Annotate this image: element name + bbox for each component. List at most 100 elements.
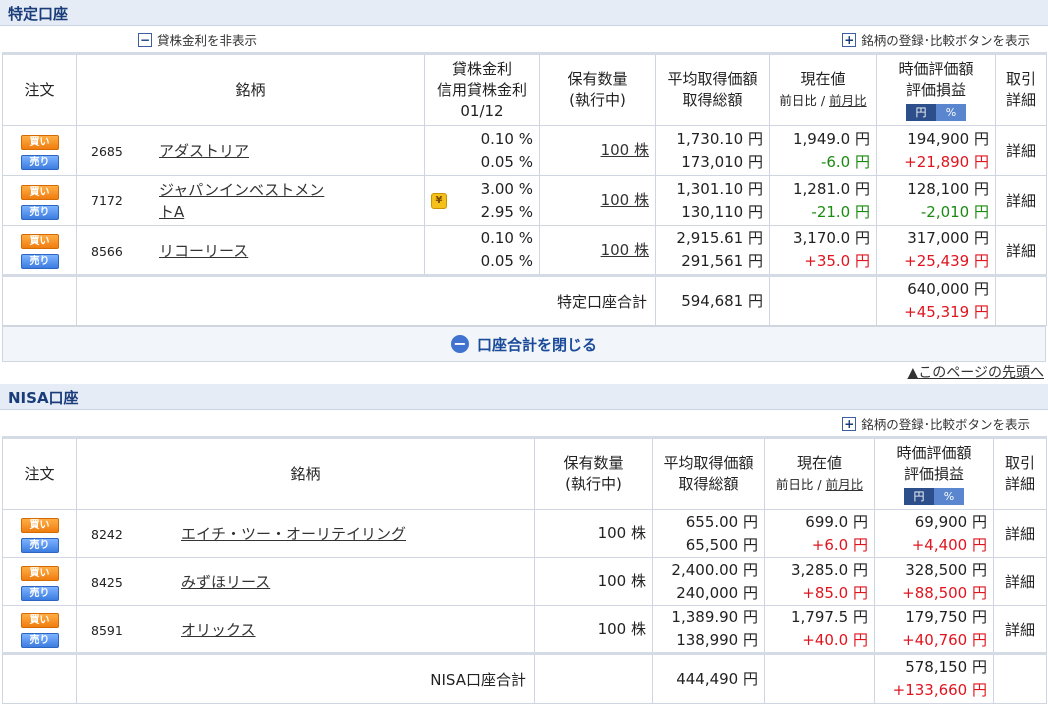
sell-button[interactable]: 売り (20, 585, 59, 601)
market-value: 194,900 円 (907, 129, 989, 148)
col-rate: 貸株金利 信用貸株金利 01/12 (424, 53, 540, 126)
current-price: 699.0 円 (805, 512, 868, 531)
qty-link[interactable]: 100 株 (601, 141, 649, 159)
price-change: +40.0 円 (802, 631, 868, 649)
current-price: 1,281.0 円 (792, 179, 870, 198)
current-price: 1,797.5 円 (790, 608, 868, 626)
stock-code: 8242 (91, 527, 123, 542)
buy-button[interactable]: 買い (20, 184, 59, 200)
col-current-label: 現在値 (796, 454, 842, 472)
profit-loss: -2,010 円 (920, 202, 989, 221)
buy-button[interactable]: 買い (20, 613, 59, 628)
col-qty: 保有数量 (執行中) (539, 53, 656, 126)
toggle-rate-label: 貸株金利を非表示 (157, 33, 258, 48)
total-pl: +133,660 円 (892, 681, 987, 699)
unit-percent-toggle[interactable]: % (936, 103, 966, 121)
table-row: 買い 売り 8566 リコーリース 0.10 % 0.05 % 100 株 2,915… (2, 225, 1047, 276)
col-current-label: 現在値 (800, 70, 846, 88)
sell-button[interactable]: 売り (20, 154, 59, 170)
credit-lending-rate: 0.05 % (480, 252, 533, 270)
col-qty-label: 保有数量 (567, 70, 628, 88)
qty-link[interactable]: 100 株 (601, 241, 649, 259)
col-qty: 保有数量 (執行中) (534, 437, 653, 510)
buy-button[interactable]: 買い (20, 565, 59, 581)
col-rate-label: 貸株金利 (451, 59, 512, 78)
col-detail-label2: 詳細 (1004, 475, 1035, 493)
qty: 100 株 (534, 557, 653, 606)
buy-button[interactable]: 買い (20, 234, 59, 249)
toggle-rate-button[interactable]: − 貸株金利を非表示 (138, 30, 257, 49)
col-name: 銘柄 (76, 437, 535, 510)
stock-code: 7172 (91, 192, 123, 208)
total-cost: 138,990 円 (676, 631, 758, 649)
current-price: 3,170.0 円 (792, 229, 870, 247)
register-compare-button-nisa[interactable]: + 銘柄の登録･比較ボタンを表示 (842, 414, 1030, 433)
profit-loss: +40,760 円 (902, 631, 987, 649)
sell-button[interactable]: 売り (20, 633, 59, 648)
unit-yen-toggle[interactable]: 円 (906, 103, 936, 121)
unit-percent-toggle[interactable]: % (934, 487, 964, 505)
detail-link[interactable]: 詳細 (1006, 192, 1036, 210)
col-qty-label: 保有数量 (563, 454, 624, 472)
col-value: 時価評価額 評価損益 円% (876, 53, 996, 126)
buy-button[interactable]: 買い (20, 517, 59, 533)
col-detail-label2: 詳細 (1005, 91, 1036, 109)
close-account-total-button[interactable]: − 口座合計を閉じる (2, 326, 1046, 362)
total-label: 特定口座合計 (76, 275, 656, 326)
sell-button[interactable]: 売り (20, 204, 59, 220)
stock-code: 8566 (91, 243, 123, 259)
detail-link[interactable]: 詳細 (1006, 242, 1036, 260)
total-label: NISA口座合計 (76, 653, 535, 704)
qty-link[interactable]: 100 株 (601, 191, 649, 209)
col-detail: 取引 詳細 (995, 53, 1047, 126)
unit-yen-toggle[interactable]: 円 (904, 487, 934, 505)
section-title-nisa: NISA口座 (0, 384, 1048, 410)
plus-icon: + (842, 416, 857, 431)
col-pl-label: 評価損益 (905, 80, 966, 99)
month-change-link[interactable]: 前月比 (826, 477, 864, 492)
stock-name-link[interactable]: オリックス (181, 621, 256, 639)
col-current: 現在値 前日比 / 前月比 (769, 53, 877, 126)
price-change: +85.0 円 (802, 583, 868, 602)
sell-button[interactable]: 売り (20, 254, 59, 269)
qty: 100 株 (534, 605, 653, 654)
price-change: +6.0 円 (811, 535, 868, 554)
col-credit-rate-label: 信用貸株金利 (436, 80, 527, 99)
col-avg: 平均取得価額 取得総額 (652, 437, 765, 510)
col-total-label: 取得総額 (682, 91, 743, 109)
avg-price: 1,730.10 円 (676, 129, 763, 148)
total-cost: 291,561 円 (681, 252, 763, 270)
profit-loss: +88,500 円 (902, 583, 987, 602)
stock-name-link[interactable]: アダストリア (159, 142, 249, 160)
market-value: 179,750 円 (905, 608, 987, 626)
month-change-link[interactable]: 前月比 (829, 93, 867, 108)
market-value: 128,100 円 (907, 179, 989, 198)
detail-link[interactable]: 詳細 (1005, 525, 1035, 543)
detail-link[interactable]: 詳細 (1005, 621, 1035, 639)
stock-name-link[interactable]: エイチ・ツー・オーリテイリング (181, 525, 406, 543)
stock-name-link[interactable]: ジャパンインベストメントA (159, 179, 339, 223)
stock-name-link[interactable]: みずほリース (181, 573, 270, 591)
detail-link[interactable]: 詳細 (1006, 142, 1036, 160)
stock-code: 8591 (91, 622, 123, 638)
stock-name-link[interactable]: リコーリース (159, 242, 248, 260)
sell-button[interactable]: 売り (20, 537, 59, 553)
price-change: -6.0 円 (820, 152, 870, 171)
minus-circle-icon: − (450, 335, 469, 353)
total-row: NISA口座合計 444,490 円 578,150 円 +133,660 円 (2, 653, 1047, 704)
col-rate-date: 01/12 (460, 101, 504, 120)
qty: 100 株 (534, 509, 653, 558)
total-pl: +45,319 円 (904, 303, 989, 321)
page-top-link[interactable]: ▲このページの先頭へ (908, 365, 1045, 381)
buy-button[interactable]: 買い (20, 134, 59, 150)
table-row: 買い 売り 8425 みずほリース 100 株 2,400.00 円 240,000 … (2, 557, 1047, 606)
register-compare-button[interactable]: + 銘柄の登録･比較ボタンを表示 (842, 30, 1030, 49)
market-value: 317,000 円 (907, 229, 989, 247)
avg-price: 2,915.61 円 (676, 229, 763, 247)
profit-loss: +25,439 円 (904, 252, 989, 270)
current-price: 3,285.0 円 (790, 560, 868, 579)
total-cost-sum: 444,490 円 (652, 653, 765, 704)
detail-link[interactable]: 詳細 (1005, 573, 1035, 591)
total-cost: 173,010 円 (681, 152, 763, 171)
section-title-tokutei: 特定口座 (0, 0, 1048, 26)
